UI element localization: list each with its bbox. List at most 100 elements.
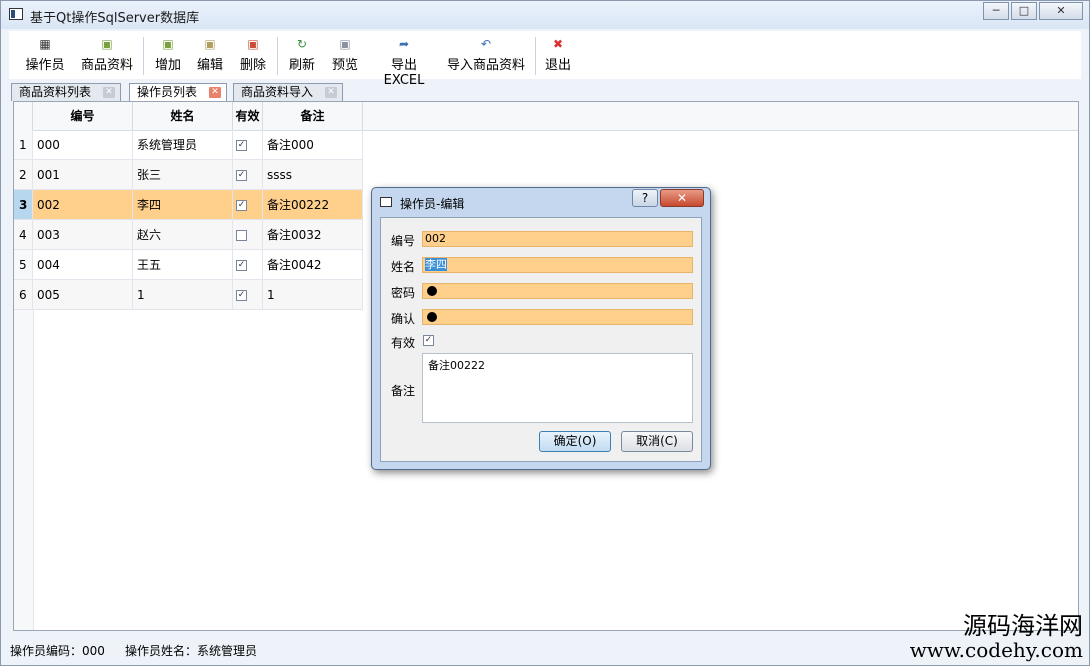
toolbar-button-exit[interactable]: ✖ 退出 [542,37,574,73]
operator-edit-dialog: 操作员-编辑 ? ✕ 编号 002 姓名 李四 密码 确认 有效 ✓ 备注 备注… [371,187,711,470]
id-field[interactable]: 002 [422,231,693,247]
dialog-title: 操作员-编辑 [400,197,465,211]
cell-valid[interactable] [233,220,263,250]
confirm-password-field[interactable] [422,309,693,325]
toolbar-button-preview[interactable]: ▣ 预览 [329,37,361,73]
cell-id[interactable]: 002 [33,190,133,220]
edit-icon: ▣ [204,37,216,51]
window-title: 基于Qt操作SqlServer数据库 [30,11,200,26]
row-number[interactable]: 4 [14,220,33,250]
cell-name[interactable]: 王五 [133,250,233,280]
table-row[interactable]: 5 004 王五 ✓ 备注0042 [14,250,363,280]
row-number[interactable]: 1 [14,130,33,160]
tab-bar: 商品资料列表 ✕ 操作员列表 ✕ 商品资料导入 ✕ [9,83,1081,102]
cell-note[interactable]: ssss [263,160,363,190]
cell-note[interactable]: 备注00222 [263,190,363,220]
cell-id[interactable]: 000 [33,130,133,160]
table-row[interactable]: 1 000 系统管理员 ✓ 备注000 [14,130,363,160]
watermark-line1: 源码海洋网 [963,612,1083,640]
toolbar-button-refresh[interactable]: ↻ 刷新 [286,37,318,73]
operator-icon: ▦ [39,37,51,51]
cell-name[interactable]: 赵六 [133,220,233,250]
watermark-line2: www.codehy.com [909,638,1083,662]
app-icon [9,8,23,20]
password-mask-dot [427,286,437,296]
minimize-button[interactable]: ─ [983,2,1009,20]
dialog-app-icon [380,197,392,207]
column-header-name[interactable]: 姓名 [133,102,233,130]
toolbar-button-delete[interactable]: ▣ 删除 [237,37,269,73]
cell-note[interactable]: 1 [263,280,363,310]
label-confirm: 确认 [391,312,416,326]
toolbar-button-edit[interactable]: ▣ 编辑 [194,37,226,73]
valid-checkbox[interactable]: ✓ [236,260,247,271]
toolbar-separator [143,37,144,75]
label-password: 密码 [391,286,416,300]
note-textarea[interactable]: 备注00222 [422,353,693,423]
cell-name[interactable]: 1 [133,280,233,310]
cell-id[interactable]: 001 [33,160,133,190]
password-field[interactable] [422,283,693,299]
cell-note[interactable]: 备注0032 [263,220,363,250]
toolbar-button-export[interactable]: ➦ 导出EXCEL [373,37,435,88]
valid-checkbox[interactable]: ✓ [423,335,434,346]
table-row[interactable]: 2 001 张三 ✓ ssss [14,160,363,190]
help-button[interactable]: ? [632,189,658,207]
toolbar-button-add[interactable]: ▣ 增加 [152,37,184,73]
tab-close-icon[interactable]: ✕ [209,87,221,98]
cell-note[interactable]: 备注000 [263,130,363,160]
exit-icon: ✖ [552,37,564,51]
label-valid: 有效 [391,336,416,350]
valid-checkbox[interactable] [236,230,247,241]
refresh-icon: ↻ [296,37,308,51]
maximize-button[interactable]: □ [1011,2,1037,20]
cell-valid[interactable]: ✓ [233,250,263,280]
cell-valid[interactable]: ✓ [233,160,263,190]
toolbar-button-import[interactable]: ↶ 导入商品资料 [446,37,526,73]
table-row[interactable]: 4 003 赵六 备注0032 [14,220,363,250]
valid-checkbox[interactable]: ✓ [236,170,247,181]
label-id: 编号 [391,234,416,248]
cell-valid[interactable]: ✓ [233,130,263,160]
valid-checkbox[interactable]: ✓ [236,140,247,151]
toolbar-separator [535,37,536,75]
cell-name[interactable]: 李四 [133,190,233,220]
cell-name[interactable]: 系统管理员 [133,130,233,160]
table-row-selected[interactable]: 3 002 李四 ✓ 备注00222 [14,190,363,220]
valid-checkbox[interactable]: ✓ [236,200,247,211]
dialog-close-button[interactable]: ✕ [660,189,704,207]
cell-note[interactable]: 备注0042 [263,250,363,280]
cell-id[interactable]: 005 [33,280,133,310]
row-number[interactable]: 2 [14,160,33,190]
toolbar-button-operator[interactable]: ▦ 操作员 [23,37,67,73]
tab-product-list[interactable]: 商品资料列表 ✕ [11,83,121,101]
close-button[interactable]: ✕ [1039,2,1083,20]
row-number[interactable]: 6 [14,280,33,310]
row-number[interactable]: 3 [14,190,33,220]
cell-id[interactable]: 003 [33,220,133,250]
column-header-note[interactable]: 备注 [263,102,363,130]
cancel-button[interactable]: 取消(C) [621,431,693,452]
column-header-id[interactable]: 编号 [33,102,133,130]
tab-product-import[interactable]: 商品资料导入 ✕ [233,83,343,101]
product-icon: ▣ [101,37,113,51]
row-number[interactable]: 5 [14,250,33,280]
tab-close-icon[interactable]: ✕ [325,87,337,98]
name-field[interactable]: 李四 [422,257,693,273]
ok-button[interactable]: 确定(O) [539,431,611,452]
title-bar: 基于Qt操作SqlServer数据库 ─ □ ✕ [1,1,1089,29]
tab-operator-list[interactable]: 操作员列表 ✕ [129,83,227,102]
table-row[interactable]: 6 005 1 ✓ 1 [14,280,363,310]
toolbar-button-product[interactable]: ▣ 商品资料 [79,37,135,73]
row-header-gutter [14,310,34,630]
main-window: 基于Qt操作SqlServer数据库 ─ □ ✕ ▦ 操作员 ▣ 商品资料 ▣ … [0,0,1090,666]
cell-valid[interactable]: ✓ [233,190,263,220]
tab-close-icon[interactable]: ✕ [103,87,115,98]
label-name: 姓名 [391,260,416,274]
table-corner[interactable] [14,102,33,130]
column-header-valid[interactable]: 有效 [233,102,263,130]
cell-valid[interactable]: ✓ [233,280,263,310]
cell-name[interactable]: 张三 [133,160,233,190]
cell-id[interactable]: 004 [33,250,133,280]
valid-checkbox[interactable]: ✓ [236,290,247,301]
